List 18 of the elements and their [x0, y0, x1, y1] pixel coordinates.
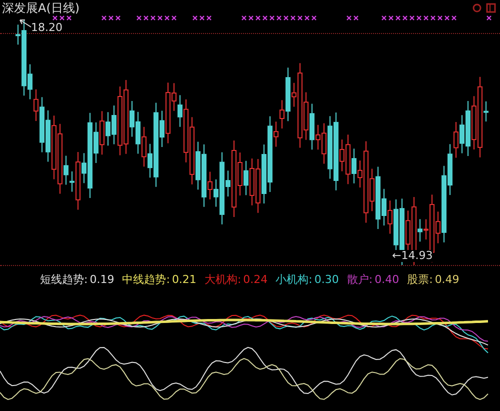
- legend-value: 0.21: [172, 273, 196, 286]
- window-icon[interactable]: [486, 3, 496, 13]
- settings-icon[interactable]: [472, 3, 482, 13]
- legend-value: 0.19: [90, 273, 114, 286]
- legend-value: 0.24: [243, 273, 268, 286]
- high-price-label: 18.20: [31, 21, 62, 34]
- low-price-label: ←14.93: [392, 250, 433, 262]
- legend-value: 0.49: [434, 273, 460, 286]
- arrow-icon: [18, 18, 32, 28]
- legend-label: 股票:: [407, 272, 433, 287]
- legend-label: 小机构:: [276, 272, 312, 287]
- chart-title: 深发展A(日线): [2, 0, 80, 17]
- legend-label: 短线趋势:: [40, 272, 88, 287]
- legend-label: 中线趋势:: [122, 272, 170, 287]
- legend-label: 大机构:: [204, 272, 242, 287]
- legend-value: 0.30: [314, 273, 339, 286]
- legend-label: 散户:: [346, 272, 373, 287]
- legend-value: 0.40: [374, 273, 400, 286]
